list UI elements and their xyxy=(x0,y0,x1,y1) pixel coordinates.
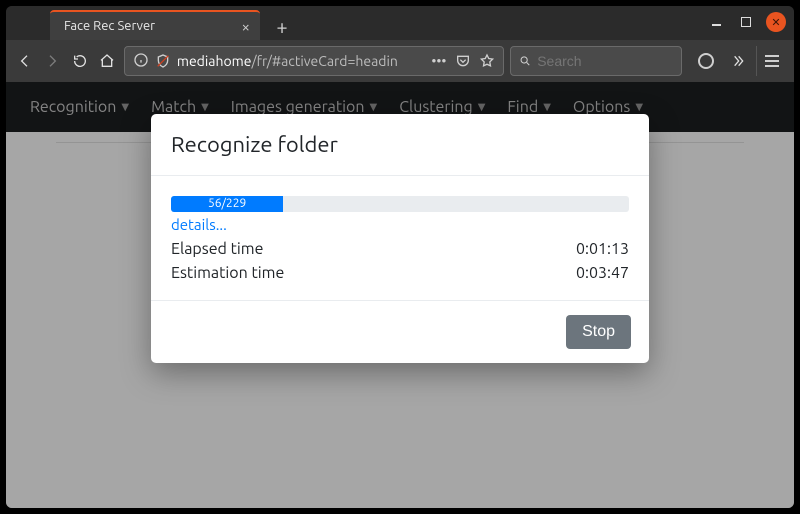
elapsed-time-row: Elapsed time 0:01:13 xyxy=(171,240,629,258)
info-icon xyxy=(133,52,149,68)
stop-button[interactable]: Stop xyxy=(566,315,631,349)
nav-toolbar: mediahome/fr/#activeCard=headin ••• xyxy=(6,40,794,82)
nav-back-button[interactable] xyxy=(14,47,35,75)
nav-forward-button[interactable] xyxy=(41,47,62,75)
search-bar[interactable] xyxy=(510,46,682,76)
recognize-folder-modal: Recognize folder 56/229 details... Elaps… xyxy=(151,114,649,363)
page-actions-button[interactable]: ••• xyxy=(431,53,447,69)
pocket-icon[interactable] xyxy=(455,53,471,69)
estimation-time-label: Estimation time xyxy=(171,264,284,282)
site-info-icon[interactable] xyxy=(133,52,149,71)
overflow-button[interactable] xyxy=(724,47,752,75)
tracking-shield-icon[interactable] xyxy=(155,53,171,69)
account-button[interactable] xyxy=(692,47,720,75)
estimation-time-value: 0:03:47 xyxy=(576,264,629,282)
elapsed-time-value: 0:01:13 xyxy=(576,240,629,258)
search-icon xyxy=(519,54,531,68)
titlebar: Face Rec Server × + xyxy=(6,6,794,40)
elapsed-time-label: Elapsed time xyxy=(171,240,263,258)
arrow-right-icon xyxy=(44,53,60,69)
star-icon xyxy=(479,53,495,69)
bookmark-star-icon[interactable] xyxy=(479,53,495,69)
url-bar[interactable]: mediahome/fr/#activeCard=headin ••• xyxy=(124,46,504,76)
estimation-time-row: Estimation time 0:03:47 xyxy=(171,264,629,282)
url-path: /fr/#activeCard=headin xyxy=(251,53,397,69)
search-input[interactable] xyxy=(537,53,673,69)
progress-bar-track: 56/229 xyxy=(171,196,629,212)
url-host: mediahome xyxy=(177,53,252,69)
reload-icon xyxy=(72,53,88,69)
url-right-icons: ••• xyxy=(431,53,495,69)
home-icon xyxy=(99,53,115,69)
hamburger-icon xyxy=(765,60,779,62)
toolbar-right xyxy=(692,46,786,76)
url-text: mediahome/fr/#activeCard=headin xyxy=(177,53,398,69)
nav-reload-button[interactable] xyxy=(69,47,90,75)
new-tab-button[interactable]: + xyxy=(268,12,296,40)
modal-footer: Stop xyxy=(151,300,649,363)
browser-window: Face Rec Server × + xyxy=(6,6,794,508)
window-minimize-button[interactable] xyxy=(706,12,726,32)
page: Recognition ▼ Match ▼ Images generation … xyxy=(6,82,794,508)
modal-title: Recognize folder xyxy=(151,114,649,176)
arrow-left-icon xyxy=(17,53,33,69)
tab-close-button[interactable]: × xyxy=(242,19,250,34)
nav-home-button[interactable] xyxy=(96,47,117,75)
app-menu-button[interactable] xyxy=(756,46,786,76)
pocket-save-icon xyxy=(455,53,471,69)
account-icon xyxy=(698,53,714,69)
modal-body: 56/229 details... Elapsed time 0:01:13 E… xyxy=(151,176,649,300)
shield-slash-icon xyxy=(155,53,171,69)
progress-bar-fill: 56/229 xyxy=(171,196,283,212)
browser-tab-active[interactable]: Face Rec Server × xyxy=(50,10,260,40)
details-link[interactable]: details... xyxy=(171,216,227,233)
tab-title: Face Rec Server xyxy=(64,19,155,33)
window-close-button[interactable] xyxy=(766,12,786,32)
window-maximize-button[interactable] xyxy=(736,12,756,32)
content-area: Recognition ▼ Match ▼ Images generation … xyxy=(6,82,794,508)
window-controls xyxy=(706,12,786,32)
chevrons-right-icon xyxy=(730,53,746,69)
